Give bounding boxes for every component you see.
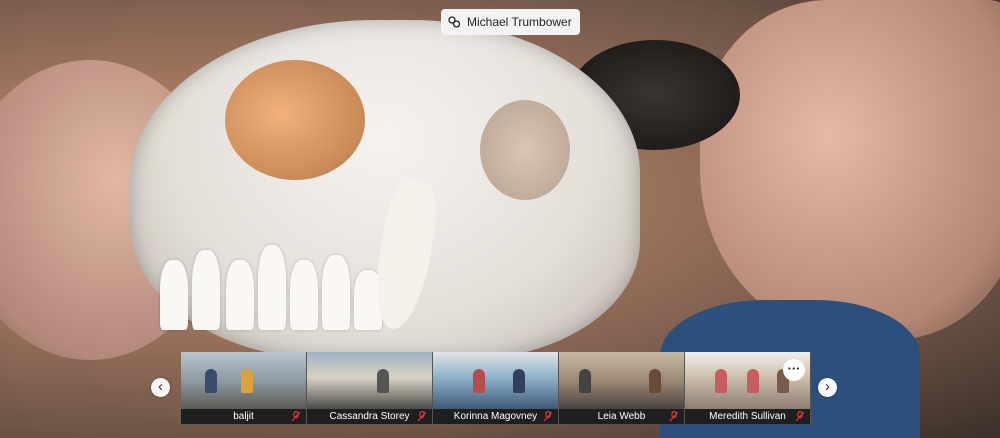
presenter-name: Michael Trumbower — [467, 15, 572, 29]
participant-video — [307, 352, 432, 409]
more-options-button[interactable]: ··· — [783, 359, 805, 381]
participant-video — [181, 352, 306, 409]
chevron-left-icon: ‹ — [158, 378, 163, 395]
mic-off-icon — [544, 411, 552, 422]
participant-tile[interactable]: ◔ baljit — [181, 352, 307, 424]
mic-off-icon — [418, 411, 426, 422]
participant-name: Korinna Magovney — [433, 409, 558, 424]
participant-video — [559, 352, 684, 409]
participant-name: Cassandra Storey — [307, 409, 432, 424]
participant-name: baljit — [181, 409, 306, 424]
participant-tile[interactable]: ··· ◔ Meredith Sullivan — [685, 352, 811, 424]
presenter-name-pill: Michael Trumbower — [441, 9, 580, 35]
mic-off-icon — [292, 411, 300, 422]
hand-image — [700, 0, 1000, 340]
mic-off-icon — [796, 411, 804, 422]
participant-gallery: ◔ baljit ◔ Cassandra Storey ◔ Korinna Ma… — [181, 352, 811, 424]
participant-tile[interactable]: ◔ Cassandra Storey — [307, 352, 433, 424]
eye-socket — [480, 100, 570, 200]
participant-tile[interactable]: ◔ Korinna Magovney — [433, 352, 559, 424]
mic-off-icon — [670, 411, 678, 422]
eye-socket — [225, 60, 365, 180]
skull-image — [130, 20, 640, 360]
chevron-right-icon: › — [825, 378, 830, 395]
more-icon: ··· — [787, 361, 801, 376]
presenter-icon — [448, 16, 461, 28]
participant-tile[interactable]: ◔ Leia Webb — [559, 352, 685, 424]
participant-name: Leia Webb — [559, 409, 684, 424]
participant-video — [433, 352, 558, 409]
gallery-next-button[interactable]: › — [818, 378, 837, 397]
participant-name: Meredith Sullivan — [685, 409, 810, 424]
gallery-prev-button[interactable]: ‹ — [151, 378, 170, 397]
